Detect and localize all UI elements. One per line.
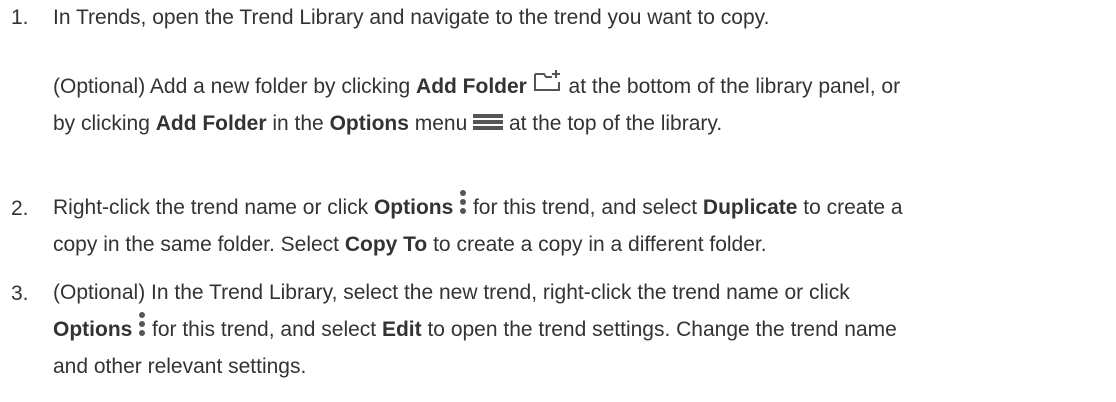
text-run: to create a copy in a different folder. (427, 233, 767, 256)
step-1-text: In Trends, open the Trend Library and na… (53, 0, 1113, 36)
text-run: for this trend, and select (467, 196, 703, 219)
options-label: Options (53, 318, 133, 341)
text-run: (Optional) Add a new folder by clicking (53, 75, 417, 98)
vertical-ellipsis-icon (459, 189, 467, 215)
add-folder-label: Add Folder (155, 112, 267, 135)
options-label: Options (373, 196, 454, 219)
duplicate-label: Duplicate (702, 196, 798, 219)
copy-to-label: Copy To (344, 233, 428, 256)
hamburger-menu-icon (473, 113, 504, 131)
text-run: (Optional) In the Trend Library, select … (53, 281, 850, 304)
vertical-ellipsis-icon (138, 311, 146, 337)
step-number-1: 1. (11, 6, 29, 29)
text-run: in the (266, 112, 330, 135)
options-label: Options (329, 112, 409, 135)
text-run: to create a (797, 196, 903, 219)
step-1-sentence: In Trends, open the Trend Library and na… (53, 6, 770, 29)
step-1-optional-text: (Optional) Add a new folder by clicking … (53, 68, 1113, 142)
text-run: at the top of the library. (503, 112, 723, 135)
text-run: and other relevant settings. (53, 355, 307, 378)
edit-label: Edit (381, 318, 422, 341)
instruction-steps: 1. In Trends, open the Trend Library and… (0, 0, 1116, 402)
text-run: for this trend, and select (146, 318, 382, 341)
add-folder-label: Add Folder (416, 75, 527, 98)
text-run: menu (408, 112, 474, 135)
step-number-2: 2. (11, 197, 29, 220)
text-run: by clicking (53, 112, 156, 135)
text-run: at the bottom of the library panel, or (562, 75, 901, 98)
step-2-text: Right-click the trend name or click Opti… (53, 189, 1113, 263)
text-run: to open the trend settings. Change the t… (421, 318, 897, 341)
add-folder-icon (533, 68, 563, 94)
text-run: Right-click the trend name or click (53, 196, 374, 219)
step-number-3: 3. (11, 282, 29, 305)
text-run: copy in the same folder. Select (53, 233, 345, 256)
step-3-text: (Optional) In the Trend Library, select … (53, 274, 1113, 385)
